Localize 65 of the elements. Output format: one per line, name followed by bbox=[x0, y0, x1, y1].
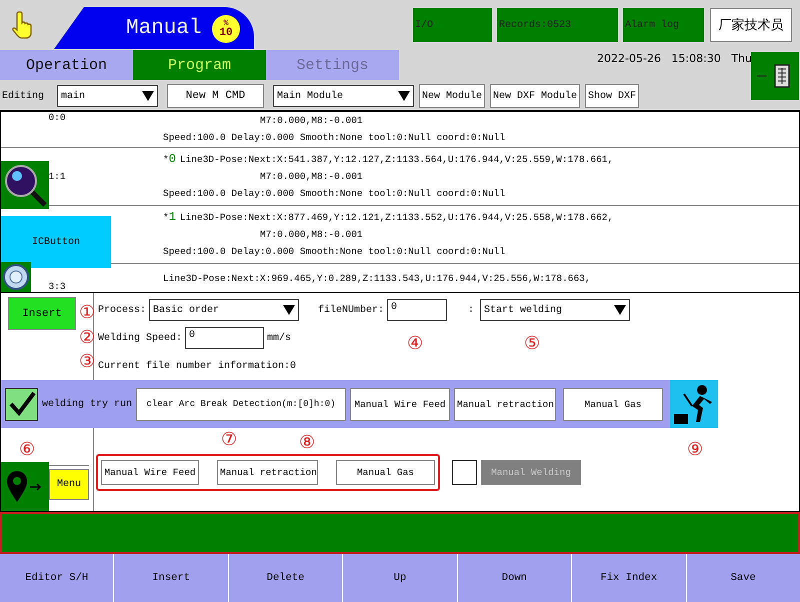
callout-number: ⑦ bbox=[221, 431, 238, 449]
breakpoint-marker: *1 bbox=[163, 209, 176, 226]
line-index: 0:0 bbox=[48, 112, 66, 123]
insert-button[interactable]: Insert bbox=[8, 297, 76, 330]
colon-label: : bbox=[468, 304, 474, 316]
magnifier-icon bbox=[2, 162, 48, 208]
file-number-label: fileNUmber: bbox=[318, 304, 384, 316]
callout-number: ⑤ bbox=[524, 335, 540, 353]
new-command-button[interactable]: New M CMD bbox=[167, 84, 264, 108]
tab[interactable]: Program bbox=[133, 50, 266, 80]
command-text: Line3D-Pose:Next:X:541.387,Y:12.127,Z:1133.564,U:176.944,V:25.559,W:178.661, bbox=[180, 153, 614, 167]
callout-number: ③ bbox=[79, 353, 96, 371]
callout-number: ⑧ bbox=[299, 434, 316, 452]
manual-button[interactable]: Manual Wire Feed bbox=[101, 460, 199, 485]
callout-number: ⑥ bbox=[19, 441, 36, 459]
command-text: M7:0.000,M8:-0.001 bbox=[260, 228, 363, 242]
callout-number: ⑨ bbox=[687, 441, 704, 459]
manual-button[interactable]: Manual retraction bbox=[217, 460, 318, 485]
action-button[interactable]: Manual Gas bbox=[563, 388, 664, 420]
file-info-text: Current file number information:0 bbox=[98, 360, 296, 372]
dial-icon bbox=[2, 263, 30, 291]
command-text: M7:0.000,M8:-0.001 bbox=[260, 170, 363, 184]
process-select[interactable]: Basic order bbox=[149, 299, 300, 321]
search-button[interactable] bbox=[1, 161, 49, 209]
module-select[interactable]: Main Module bbox=[273, 85, 414, 107]
program-select[interactable]: main bbox=[57, 85, 158, 107]
file-number-field[interactable]: 0 bbox=[387, 299, 448, 321]
toolbar-button[interactable]: New Module bbox=[419, 84, 486, 108]
process-label: Process: bbox=[98, 304, 146, 316]
toolbar-button[interactable]: New DXF Module bbox=[490, 84, 580, 108]
date-time: 2022-05-26 15:08:30 Thu bbox=[597, 51, 752, 67]
ic-button[interactable]: ICButton bbox=[1, 216, 111, 268]
unit-label: mm/s bbox=[267, 332, 292, 344]
welding-speed-field[interactable]: 0 bbox=[185, 327, 264, 349]
speed-gauge: % 10 bbox=[212, 15, 240, 43]
action-button[interactable]: clear Arc Break Detection(m:[0]h:0) bbox=[136, 388, 346, 420]
location-button[interactable] bbox=[1, 462, 49, 511]
mode-label: Manual bbox=[126, 16, 202, 40]
callout-number: ② bbox=[79, 329, 96, 347]
callout-number: ④ bbox=[407, 335, 424, 353]
line-index: 1:1 bbox=[48, 171, 66, 182]
callout-number: ① bbox=[79, 304, 96, 322]
action-button[interactable]: Manual retraction bbox=[454, 388, 556, 420]
command-text: Speed:100.0 Delay:0.000 Smooth:None tool:0:Null coord:0:Null bbox=[163, 187, 506, 201]
command-text: Line3D-Pose:Next:X:877.469,Y:12.121,Z:1133.552,U:176.944,V:25.558,W:178.662, bbox=[180, 211, 614, 225]
welder-button[interactable] bbox=[670, 380, 718, 428]
tab[interactable]: Operation bbox=[0, 50, 133, 80]
editing-label: Editing bbox=[2, 90, 46, 102]
welding-speed-label: Welding Speed: bbox=[98, 332, 182, 344]
line-index: 3:3 bbox=[48, 281, 66, 292]
command-text: Speed:100.0 Delay:0.000 Smooth:None tool:0:Null coord:0:Null bbox=[163, 131, 506, 145]
settings-button[interactable] bbox=[1, 262, 31, 292]
command-text: Line3D-Pose:Next:X:969.465,Y:0.289,Z:1133.543,U:176.944,V:25.556,W:178.663, bbox=[163, 272, 591, 286]
toolbar-button[interactable]: Show DXF bbox=[585, 84, 640, 108]
command-text: Speed:100.0 Delay:0.000 Smooth:None tool:0:Null coord:0:Null bbox=[163, 245, 506, 259]
try-run-checkbox[interactable] bbox=[5, 388, 38, 420]
breakpoint-marker: *0 bbox=[163, 151, 176, 168]
manual-button[interactable]: Manual Gas bbox=[336, 460, 435, 485]
user-button[interactable]: 厂家技术员 bbox=[710, 8, 792, 42]
action-button[interactable]: Manual Wire Feed bbox=[350, 388, 450, 420]
menu-button[interactable]: Menu bbox=[49, 469, 89, 500]
action-select[interactable]: Start welding bbox=[480, 299, 630, 321]
keyboard-button[interactable] bbox=[751, 52, 799, 100]
try-run-label: welding try run bbox=[42, 398, 132, 410]
command-text: M7:0.000,M8:-0.001 bbox=[260, 114, 363, 128]
